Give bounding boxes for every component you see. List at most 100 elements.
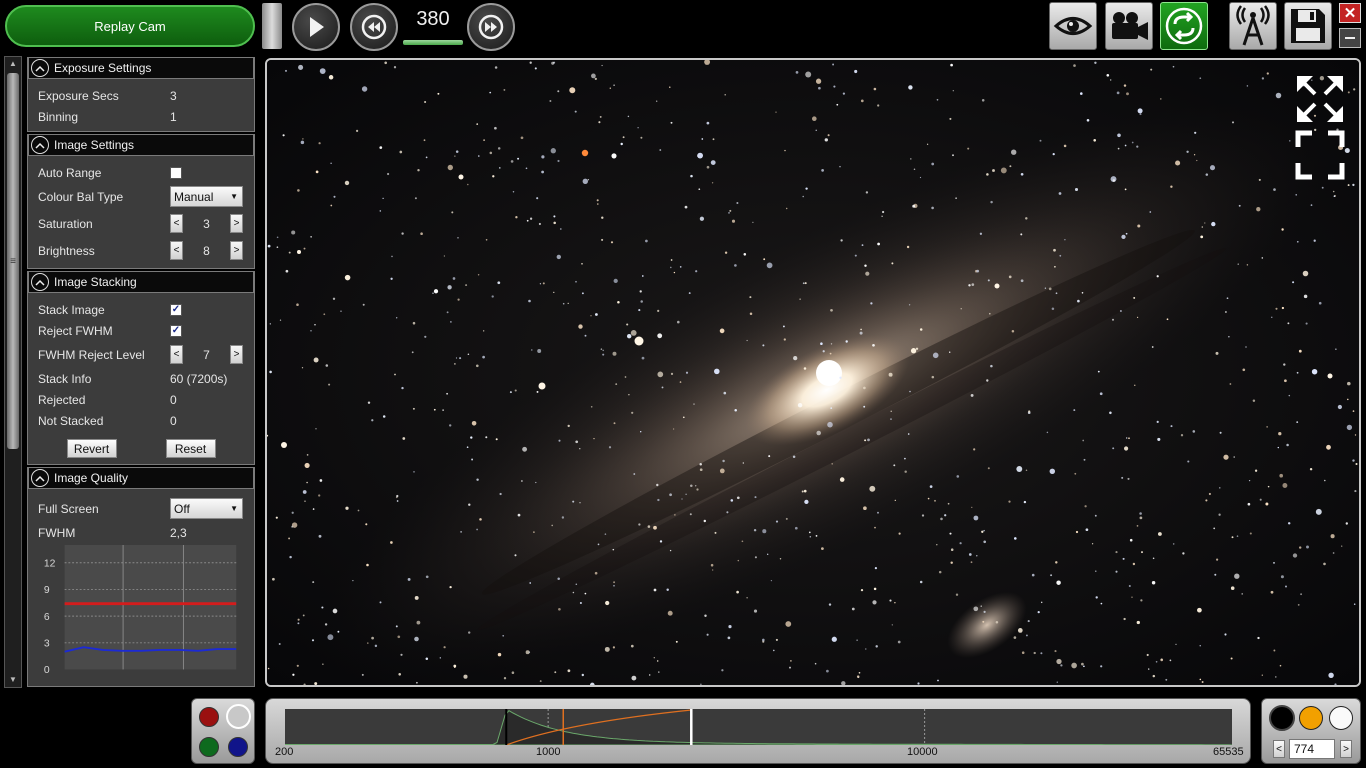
image-quality-header[interactable]: Image Quality (28, 467, 254, 489)
bright-star (994, 283, 1000, 289)
histogram-1000-label: 1000 (536, 746, 561, 758)
bright-star (458, 174, 464, 180)
dropdown-arrow-icon: ▼ (230, 504, 238, 513)
reject-fwhm-checkbox[interactable]: ✓ (170, 324, 182, 337)
level-decrease-button[interactable]: < (1273, 740, 1285, 758)
binning-row: Binning 1 (38, 106, 244, 127)
fwhm-history-chart: 12 9 6 3 0 (44, 545, 237, 676)
auto-range-checkbox[interactable] (170, 166, 182, 179)
broadcast-antenna-icon (1236, 5, 1270, 46)
level-increase-button[interactable]: > (1340, 740, 1352, 758)
brightness-decrease-button[interactable]: < (170, 241, 183, 260)
settings-scrollbar[interactable]: ▲ ≡ ▼ (4, 56, 22, 688)
bright-star (297, 250, 301, 254)
galaxy-core (816, 360, 842, 386)
saturation-increase-button[interactable]: > (230, 214, 243, 233)
exposure-settings-section: Exposure Settings Exposure Secs 3 Binnin… (27, 57, 255, 132)
full-screen-dropdown[interactable]: Off ▼ (170, 498, 243, 519)
histogram-plot[interactable] (284, 709, 1233, 746)
zoom-in-icon[interactable] (1295, 74, 1345, 124)
image-quality-section: Image Quality Full Screen Off ▼ FWHM 2,3 … (27, 467, 255, 687)
all-channels-button[interactable] (226, 704, 251, 729)
fast-forward-icon (478, 14, 504, 40)
colour-bal-dropdown[interactable]: Manual ▼ (170, 186, 243, 207)
mid-point-button[interactable] (1299, 706, 1323, 730)
play-button[interactable] (292, 3, 340, 51)
bright-star (281, 442, 287, 448)
collapse-chevron-icon[interactable] (31, 469, 49, 487)
minimize-icon (1345, 37, 1355, 39)
frame-counter: 380 (416, 8, 450, 30)
fwhm-reject-increase-button[interactable]: > (230, 345, 243, 364)
brightness-stepper: < 8 > (170, 241, 243, 260)
rewind-button[interactable] (350, 3, 398, 51)
view-toggle-button[interactable] (1049, 2, 1097, 50)
saturation-label: Saturation (38, 216, 93, 231)
blue-channel-button[interactable] (228, 737, 248, 757)
saturation-decrease-button[interactable]: < (170, 214, 183, 233)
image-stacking-section: Image Stacking Stack Image ✓ Reject FWHM… (27, 271, 255, 465)
toolbar-grip-handle[interactable] (262, 3, 282, 49)
red-channel-button[interactable] (199, 707, 219, 727)
fwhm-reject-level-label: FWHM Reject Level (38, 347, 145, 362)
stack-image-checkbox[interactable]: ✓ (170, 303, 182, 316)
fast-forward-button[interactable] (467, 3, 515, 51)
chart-y-tick-label: 3 (44, 639, 50, 650)
save-button[interactable] (1284, 2, 1332, 50)
not-stacked-row: Not Stacked 0 (38, 410, 244, 431)
exposure-settings-header[interactable]: Exposure Settings (28, 57, 254, 79)
scroll-up-arrow-icon[interactable]: ▲ (5, 57, 21, 71)
dropdown-arrow-icon: ▼ (230, 192, 238, 201)
full-screen-label: Full Screen (38, 501, 99, 516)
camera-settings-button[interactable] (1105, 2, 1153, 50)
image-viewer[interactable] (265, 58, 1361, 687)
broadcast-button[interactable] (1229, 2, 1277, 50)
reset-button[interactable]: Reset (165, 439, 216, 458)
not-stacked-label: Not Stacked (38, 413, 104, 428)
chart-y-tick-label: 6 (44, 612, 50, 623)
bright-star (581, 149, 589, 157)
minimize-button[interactable] (1339, 28, 1361, 48)
save-icon (1291, 9, 1325, 43)
color-channel-selector (191, 698, 255, 764)
scroll-thumb[interactable]: ≡ (7, 73, 19, 449)
collapse-chevron-icon[interactable] (31, 273, 49, 291)
video-camera-icon (1112, 12, 1148, 40)
chart-y-tick-label: 0 (44, 665, 50, 676)
black-point-button[interactable] (1269, 705, 1295, 731)
brightness-row: Brightness < 8 > (38, 237, 244, 264)
frame-progress-fill (403, 40, 463, 45)
rejected-label: Rejected (38, 392, 86, 407)
histogram-area (284, 710, 1233, 746)
revert-button[interactable]: Revert (66, 439, 117, 458)
reject-fwhm-label: Reject FWHM (38, 323, 113, 338)
close-button[interactable]: ✕ (1339, 3, 1361, 23)
fit-screen-icon[interactable] (1295, 130, 1345, 180)
bright-star (538, 382, 546, 390)
green-channel-button[interactable] (199, 737, 219, 757)
zoom-controls (1295, 74, 1345, 180)
level-value-input[interactable]: 774 (1289, 739, 1335, 759)
histogram-10000-label: 10000 (907, 746, 938, 758)
scroll-down-arrow-icon[interactable]: ▼ (5, 673, 21, 687)
app-window: Replay Cam 380 ✕ ▲ ≡ ▼ Exposure Settings… (0, 0, 1366, 768)
dropdown-value: Off (174, 501, 190, 516)
binning-label: Binning (38, 109, 79, 124)
collapse-chevron-icon[interactable] (31, 136, 49, 154)
fwhm-value: 2,3 (170, 525, 187, 540)
fwhm-reject-decrease-button[interactable]: < (170, 345, 183, 364)
play-icon (310, 17, 324, 37)
section-title: Exposure Settings (54, 61, 152, 75)
collapse-chevron-icon[interactable] (31, 59, 49, 77)
image-stacking-header[interactable]: Image Stacking (28, 271, 254, 293)
brightness-increase-button[interactable]: > (230, 241, 243, 260)
white-point-button[interactable] (1329, 706, 1353, 730)
auto-range-label: Auto Range (38, 165, 102, 180)
settings-panel: Exposure Settings Exposure Secs 3 Binnin… (27, 57, 255, 687)
fwhm-row: FWHM 2,3 (38, 522, 244, 543)
brightness-value: 8 (203, 243, 210, 258)
image-settings-header[interactable]: Image Settings (28, 134, 254, 156)
exposure-secs-label: Exposure Secs (38, 88, 119, 103)
replay-cam-button[interactable]: Replay Cam (5, 5, 255, 47)
loop-button[interactable] (1160, 2, 1208, 50)
